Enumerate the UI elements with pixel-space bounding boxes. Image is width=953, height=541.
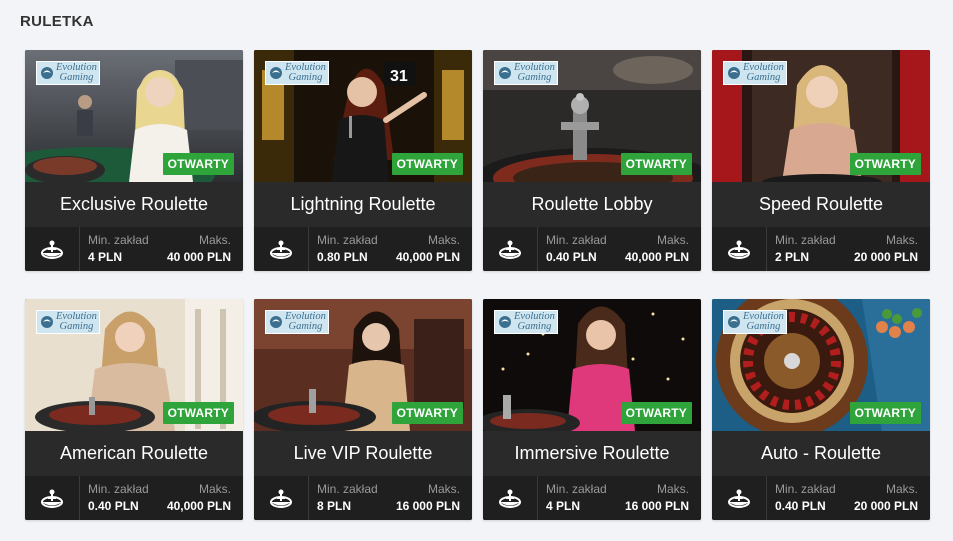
min-bet-value: 4 PLN: [546, 499, 581, 513]
min-bet-label: Min. zakład: [546, 482, 607, 496]
game-limits: Min. zakład Maks. 0.80 PLN 40,000 PLN: [254, 227, 472, 271]
roulette-wheel-icon: [483, 227, 538, 271]
game-limits: Min. zakład Maks. 4 PLN 40 000 PLN: [25, 227, 243, 271]
game-card-lightning-roulette[interactable]: 31 Evolution Gaming OTWARTY Lightning Rou…: [254, 50, 472, 271]
game-card-roulette-lobby[interactable]: Evolution Gaming OTWARTY Roulette Lobby M…: [483, 50, 701, 271]
status-badge: OTWARTY: [620, 402, 692, 424]
game-limits: Min. zakład Maks. 0.40 PLN 20 000 PLN: [712, 476, 930, 520]
max-bet-value: 40,000 PLN: [624, 250, 689, 264]
min-bet-label: Min. zakład: [88, 482, 149, 496]
game-card-american-roulette[interactable]: Evolution Gaming OTWARTY American Roulett…: [25, 299, 243, 520]
min-bet-value: 0.40 PLN: [88, 499, 139, 513]
svg-text:31: 31: [390, 68, 408, 85]
roulette-wheel-icon: [254, 227, 309, 271]
evolution-gaming-logo: Evolution Gaming: [265, 310, 329, 334]
status-badge: OTWARTY: [162, 153, 234, 175]
game-card-immersive-roulette[interactable]: Evolution Gaming OTWARTY Immersive Roulet…: [483, 299, 701, 520]
status-badge: OTWARTY: [391, 153, 463, 175]
game-card-live-vip-roulette[interactable]: Evolution Gaming OTWARTY Live VIP Roulett…: [254, 299, 472, 520]
provider-line2: Gaming: [288, 72, 323, 83]
roulette-wheel-icon: [483, 476, 538, 520]
evolution-gaming-logo: Evolution Gaming: [265, 61, 329, 85]
min-bet-value: 0.40 PLN: [546, 250, 597, 264]
max-bet-label: Maks.: [427, 482, 460, 496]
game-thumbnail: Evolution Gaming OTWARTY: [483, 299, 701, 431]
game-limits: Min. zakład Maks. 0.40 PLN 40,000 PLN: [483, 227, 701, 271]
game-title: Lightning Roulette: [254, 182, 472, 227]
max-bet-label: Maks.: [885, 482, 918, 496]
game-title: Exclusive Roulette: [25, 182, 243, 227]
roulette-wheel-icon: [25, 476, 80, 520]
game-grid: Evolution Gaming OTWARTY Exclusive Roulet…: [25, 50, 930, 520]
game-limits: Min. zakład Maks. 8 PLN 16 000 PLN: [254, 476, 472, 520]
min-bet-label: Min. zakład: [317, 233, 378, 247]
min-bet-label: Min. zakład: [546, 233, 607, 247]
game-card-auto-roulette[interactable]: Evolution Gaming OTWARTY Auto - Roulette …: [712, 299, 930, 520]
roulette-wheel-icon: [25, 227, 80, 271]
game-title: Immersive Roulette: [483, 431, 701, 476]
roulette-wheel-icon: [254, 476, 309, 520]
provider-line2: Gaming: [746, 72, 781, 83]
max-bet-label: Maks.: [656, 482, 689, 496]
max-bet-label: Maks.: [885, 233, 918, 247]
evolution-gaming-logo: Evolution Gaming: [494, 310, 558, 334]
provider-line2: Gaming: [59, 72, 94, 83]
max-bet-value: 20 000 PLN: [853, 250, 918, 264]
game-title: Auto - Roulette: [712, 431, 930, 476]
roulette-wheel-icon: [712, 476, 767, 520]
min-bet-value: 4 PLN: [88, 250, 123, 264]
min-bet-label: Min. zakład: [775, 233, 836, 247]
game-thumbnail: 31 Evolution Gaming OTWARTY: [254, 50, 472, 182]
min-bet-value: 0.80 PLN: [317, 250, 368, 264]
min-bet-value: 0.40 PLN: [775, 499, 826, 513]
max-bet-value: 16 000 PLN: [624, 499, 689, 513]
game-thumbnail: Evolution Gaming OTWARTY: [25, 299, 243, 431]
max-bet-label: Maks.: [427, 233, 460, 247]
max-bet-label: Maks.: [656, 233, 689, 247]
game-limits: Min. zakład Maks. 2 PLN 20 000 PLN: [712, 227, 930, 271]
game-title: Live VIP Roulette: [254, 431, 472, 476]
max-bet-label: Maks.: [198, 482, 231, 496]
game-title: Speed Roulette: [712, 182, 930, 227]
provider-line2: Gaming: [288, 321, 323, 332]
game-title: Roulette Lobby: [483, 182, 701, 227]
max-bet-value: 40,000 PLN: [395, 250, 460, 264]
provider-line2: Gaming: [517, 321, 552, 332]
status-badge: OTWARTY: [620, 153, 692, 175]
status-badge: OTWARTY: [849, 402, 921, 424]
game-card-exclusive-roulette[interactable]: Evolution Gaming OTWARTY Exclusive Roulet…: [25, 50, 243, 271]
max-bet-value: 16 000 PLN: [395, 499, 460, 513]
roulette-wheel-icon: [712, 227, 767, 271]
game-thumbnail: Evolution Gaming OTWARTY: [25, 50, 243, 182]
status-badge: OTWARTY: [162, 402, 234, 424]
max-bet-value: 40 000 PLN: [166, 250, 231, 264]
game-limits: Min. zakład Maks. 4 PLN 16 000 PLN: [483, 476, 701, 520]
min-bet-label: Min. zakład: [317, 482, 378, 496]
game-thumbnail: Evolution Gaming OTWARTY: [712, 50, 930, 182]
provider-line2: Gaming: [517, 72, 552, 83]
game-thumbnail: Evolution Gaming OTWARTY: [254, 299, 472, 431]
evolution-gaming-logo: Evolution Gaming: [723, 61, 787, 85]
min-bet-label: Min. zakład: [775, 482, 836, 496]
max-bet-value: 40,000 PLN: [166, 499, 231, 513]
max-bet-value: 20 000 PLN: [853, 499, 918, 513]
min-bet-value: 2 PLN: [775, 250, 810, 264]
evolution-gaming-logo: Evolution Gaming: [494, 61, 558, 85]
game-thumbnail: Evolution Gaming OTWARTY: [483, 50, 701, 182]
evolution-gaming-logo: Evolution Gaming: [36, 61, 100, 85]
provider-line2: Gaming: [59, 321, 94, 332]
section-title: RULETKA: [20, 13, 94, 30]
game-thumbnail: Evolution Gaming OTWARTY: [712, 299, 930, 431]
evolution-gaming-logo: Evolution Gaming: [723, 310, 787, 334]
status-badge: OTWARTY: [391, 402, 463, 424]
evolution-gaming-logo: Evolution Gaming: [36, 310, 100, 334]
min-bet-value: 8 PLN: [317, 499, 352, 513]
max-bet-label: Maks.: [198, 233, 231, 247]
game-limits: Min. zakład Maks. 0.40 PLN 40,000 PLN: [25, 476, 243, 520]
game-title: American Roulette: [25, 431, 243, 476]
provider-line2: Gaming: [746, 321, 781, 332]
status-badge: OTWARTY: [849, 153, 921, 175]
game-card-speed-roulette[interactable]: Evolution Gaming OTWARTY Speed Roulette M…: [712, 50, 930, 271]
min-bet-label: Min. zakład: [88, 233, 149, 247]
